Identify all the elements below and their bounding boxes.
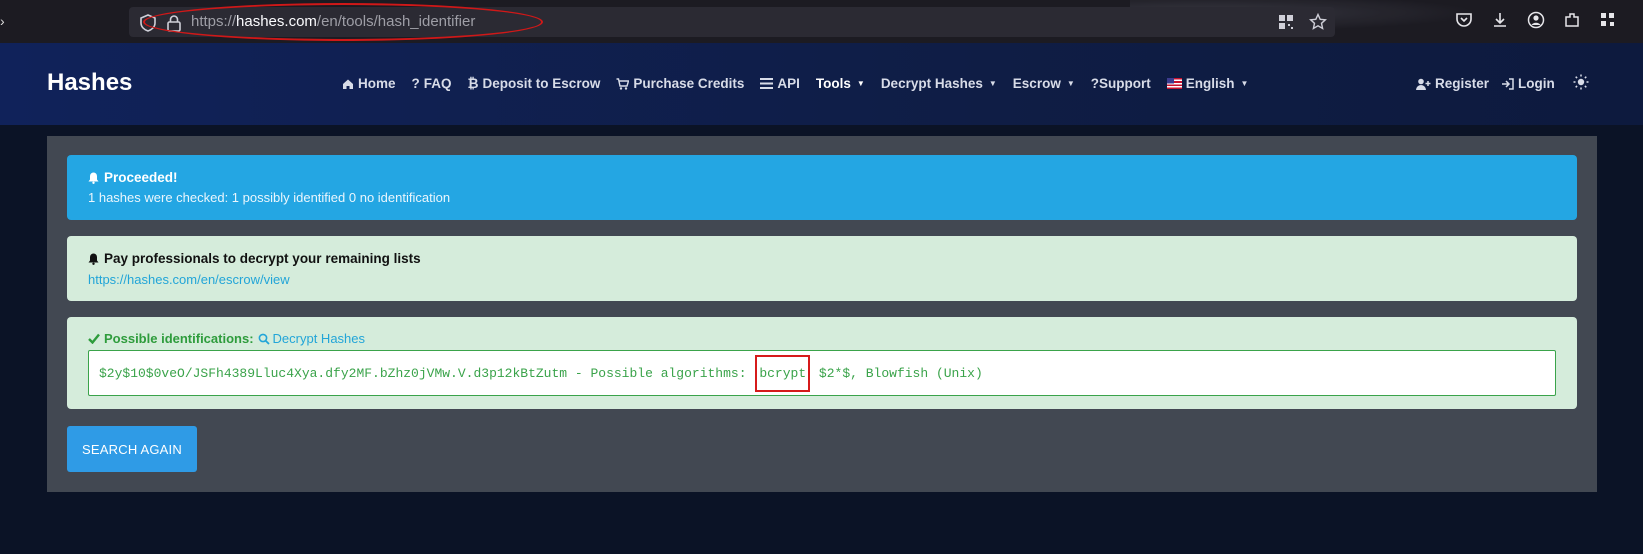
caret-down-icon: ▼ (988, 79, 997, 88)
bell-icon (88, 253, 99, 265)
question-icon: ? (411, 76, 420, 91)
alert-pay-professionals: Pay professionals to decrypt your remain… (67, 236, 1577, 301)
nav-support-label: ?Support (1090, 76, 1151, 91)
hash-value: $2y$10$0veO/JSFh4389Lluc4Xya.dfy2MF.bZhz… (99, 365, 568, 381)
identification-result: Possible identifications: Decrypt Hashes… (67, 317, 1577, 409)
alert-proceeded-title-row: Proceeded! (88, 170, 1556, 185)
cart-icon (616, 77, 630, 90)
site-brand[interactable]: Hashes (47, 69, 132, 97)
result-output-box: $2y$10$0veO/JSFh4389Lluc4Xya.dfy2MF.bZhz… (88, 350, 1556, 396)
login-link[interactable]: Login (1501, 76, 1555, 91)
us-flag-icon (1166, 78, 1182, 89)
nav-escrow-dropdown[interactable]: Escrow ▼ (1013, 76, 1075, 91)
account-icon[interactable] (1527, 11, 1545, 29)
alert-pay-title-row: Pay professionals to decrypt your remain… (88, 251, 1556, 266)
nav-faq-label: FAQ (423, 76, 452, 91)
nav-language-dropdown[interactable]: English ▼ (1166, 76, 1249, 91)
nav-purchase-credits[interactable]: Purchase Credits (616, 76, 744, 91)
nav-purchase-label: Purchase Credits (633, 76, 745, 91)
login-label: Login (1518, 76, 1555, 91)
nav-deposit-escrow[interactable]: ₿ Deposit to Escrow (468, 76, 601, 91)
bell-icon (88, 172, 99, 184)
qr-code-icon[interactable] (1277, 13, 1295, 31)
nav-tools-dropdown[interactable]: Tools ▼ (816, 76, 865, 91)
result-heading-row: Possible identifications: Decrypt Hashes (88, 331, 1556, 346)
check-icon (88, 333, 100, 344)
auth-links: Register Login (1416, 76, 1555, 91)
bcrypt-highlight: bcrypt (755, 354, 811, 392)
api-icon (760, 78, 774, 89)
nav-escrow-label: Escrow (1012, 76, 1061, 91)
sign-in-icon (1502, 77, 1514, 90)
main-panel: Proceeded! 1 hashes were checked: 1 poss… (47, 136, 1597, 492)
nav-api[interactable]: API (760, 76, 800, 91)
register-label: Register (1435, 76, 1490, 91)
extensions-icon[interactable] (1563, 11, 1581, 29)
site-navbar: Hashes Home ? FAQ ₿ Deposit to Escrow Pu… (0, 43, 1643, 125)
alert-proceeded-title: Proceeded! (104, 170, 178, 185)
nav-decrypt-dropdown[interactable]: Decrypt Hashes ▼ (881, 76, 997, 91)
caret-down-icon: ▼ (1066, 79, 1075, 88)
search-icon (258, 333, 270, 345)
caret-down-icon: ▼ (856, 79, 865, 88)
nav-support[interactable]: ?Support (1091, 76, 1151, 91)
result-heading: Possible identifications: (104, 331, 254, 346)
algorithms-rest: $2*$, Blowfish (Unix) (811, 365, 983, 381)
decrypt-hashes-link[interactable]: Decrypt Hashes (258, 331, 365, 346)
nav-deposit-label: Deposit to Escrow (482, 76, 601, 91)
register-link[interactable]: Register (1416, 76, 1489, 91)
nav-menu: Home ? FAQ ₿ Deposit to Escrow Purchase … (342, 76, 1248, 91)
download-icon[interactable] (1491, 11, 1509, 29)
pocket-icon[interactable] (1455, 11, 1473, 29)
theme-toggle-sun-icon[interactable] (1573, 74, 1589, 90)
bookmark-star-icon[interactable] (1309, 13, 1327, 31)
bitcoin-icon: ₿ (467, 76, 479, 91)
nav-home[interactable]: Home (342, 76, 396, 91)
nav-tools-label: Tools (815, 76, 851, 91)
nav-decrypt-label: Decrypt Hashes (880, 76, 983, 91)
nav-home-label: Home (358, 76, 396, 91)
search-again-button[interactable]: SEARCH AGAIN (67, 426, 197, 472)
menu-grid-icon[interactable] (1599, 11, 1617, 29)
caret-down-icon: ▼ (1240, 79, 1249, 88)
alert-proceeded: Proceeded! 1 hashes were checked: 1 poss… (67, 155, 1577, 220)
sidebar-chevron-icon[interactable]: › (0, 13, 5, 29)
algorithms-separator: - Possible algorithms: (567, 365, 755, 381)
browser-toolbar: › https://hashes.com/en/tools/hash_ident… (0, 0, 1643, 43)
decrypt-hashes-label: Decrypt Hashes (272, 331, 366, 346)
nav-faq[interactable]: ? FAQ (412, 76, 452, 91)
url-annotation-ellipse (143, 3, 543, 41)
alert-proceeded-text: 1 hashes were checked: 1 possibly identi… (88, 190, 451, 205)
user-plus-icon (1416, 78, 1431, 90)
nav-language-label: English (1185, 76, 1235, 91)
alert-pay-title: Pay professionals to decrypt your remain… (104, 251, 421, 266)
nav-api-label: API (777, 76, 800, 91)
home-icon (343, 79, 353, 89)
escrow-view-link[interactable]: https://hashes.com/en/escrow/view (88, 272, 1556, 287)
